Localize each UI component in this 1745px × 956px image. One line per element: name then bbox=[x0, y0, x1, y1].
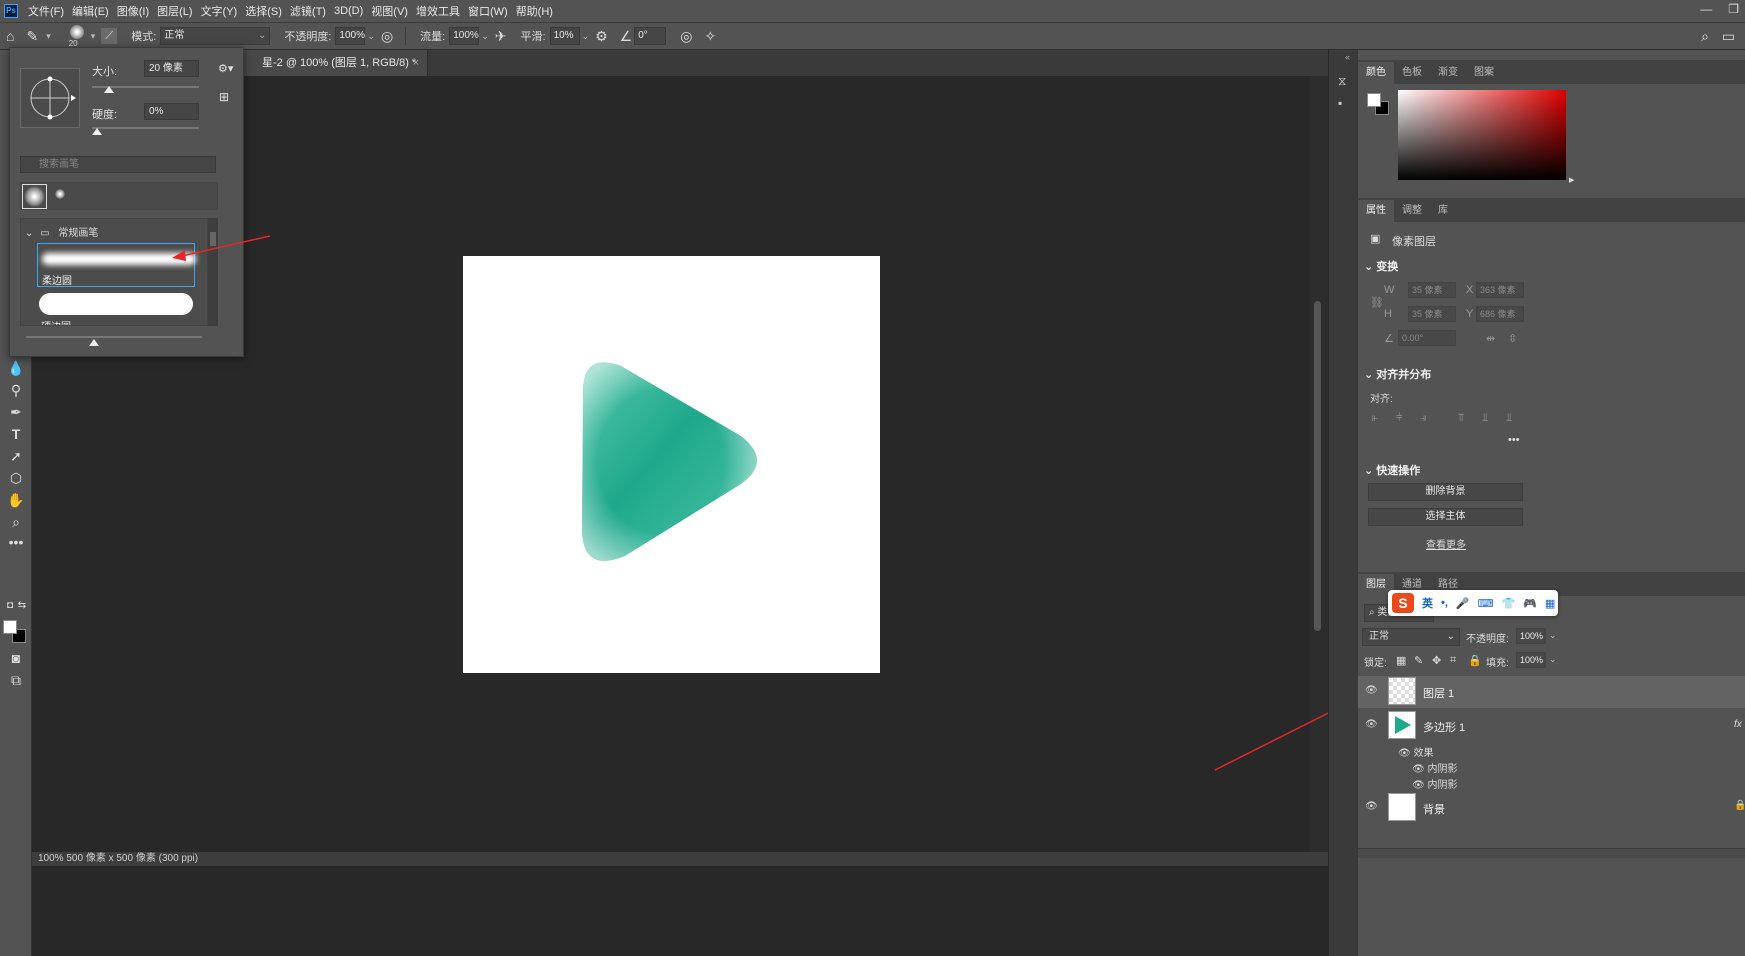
fx-icon[interactable]: fx bbox=[1734, 719, 1742, 730]
layer-thumbnail bbox=[1388, 793, 1416, 821]
effects-label: 效果 bbox=[1413, 748, 1434, 759]
layer-thumbnail bbox=[1388, 711, 1416, 739]
quick-actions-label: 快速操作 bbox=[1376, 465, 1421, 477]
effect-row[interactable]: 👁 内阴影 bbox=[1412, 776, 1457, 791]
lock-icon: 🔒 bbox=[1734, 800, 1745, 811]
align-bottom-icon[interactable]: ⫫ bbox=[1506, 412, 1512, 425]
chevron-down-icon: ⌄ bbox=[1446, 631, 1455, 642]
align-section-title[interactable]: ⌄ 对齐并分布 bbox=[1364, 366, 1431, 382]
chevron-down-icon[interactable]: ⌄ bbox=[1549, 630, 1557, 641]
ime-toolbar: S 英 •, 🎤 ⌨ 👕 🎮 ▦ bbox=[1388, 590, 1558, 616]
punctuation-icon[interactable]: •, bbox=[1441, 597, 1448, 609]
w-label: W bbox=[1384, 284, 1395, 296]
lock-label: 锁定: bbox=[1364, 658, 1387, 669]
flip-vertical-icon[interactable]: ⇳ bbox=[1508, 332, 1517, 345]
layer-opacity-field[interactable]: 100% bbox=[1516, 628, 1546, 644]
tab-properties[interactable]: 属性 bbox=[1358, 200, 1394, 222]
comments-icon[interactable]: ▪ bbox=[1338, 96, 1342, 110]
eye-icon[interactable]: 👁 bbox=[1365, 685, 1378, 696]
tab-color[interactable]: 颜色 bbox=[1358, 62, 1394, 84]
eye-icon[interactable]: 👁 bbox=[1365, 719, 1378, 730]
angle-field[interactable]: 0.00° bbox=[1398, 330, 1456, 346]
color-panel-tabs: 颜色 色板 渐变 图案 bbox=[1358, 60, 1745, 84]
quick-actions-title[interactable]: ⌄ 快速操作 bbox=[1364, 462, 1420, 478]
effect-row[interactable]: 👁 内阴影 bbox=[1412, 760, 1457, 775]
keyboard-icon[interactable]: ⌨ bbox=[1478, 597, 1494, 610]
select-subject-button[interactable]: 选择主体 bbox=[1368, 508, 1523, 526]
panel-icon-dock: « ⧖ ▪ bbox=[1328, 50, 1358, 956]
align-top-icon[interactable]: ⫪ bbox=[1458, 412, 1464, 425]
transform-section-title[interactable]: ⌄ 变换 bbox=[1364, 258, 1398, 274]
grid-menu-icon[interactable]: ▦ bbox=[1545, 597, 1555, 610]
link-icon[interactable]: ⛓ bbox=[1370, 296, 1384, 309]
color-picker-field[interactable] bbox=[1398, 90, 1566, 180]
x-field[interactable]: 363 像素 bbox=[1476, 282, 1524, 298]
h-label: H bbox=[1384, 308, 1392, 320]
ime-logo-icon[interactable]: S bbox=[1392, 593, 1414, 613]
align-title: 对齐并分布 bbox=[1376, 369, 1432, 381]
blend-mode-value: 正常 bbox=[1369, 631, 1389, 642]
layer-row[interactable]: 👁 图层 1 bbox=[1358, 676, 1745, 708]
effects-row[interactable]: 👁 效果 bbox=[1398, 744, 1433, 759]
layer-thumbnail bbox=[1388, 677, 1416, 705]
angle-icon: ∠ bbox=[1384, 333, 1394, 345]
lock-position-icon[interactable]: ✥ bbox=[1432, 654, 1441, 667]
layer-name: 背景 bbox=[1423, 804, 1445, 816]
microphone-icon[interactable]: 🎤 bbox=[1456, 597, 1470, 610]
layer-name: 多边形 1 bbox=[1423, 722, 1466, 734]
fill-label: 填充: bbox=[1486, 658, 1509, 669]
gamepad-icon[interactable]: 🎮 bbox=[1523, 597, 1537, 610]
fill-field[interactable]: 100% bbox=[1516, 652, 1546, 668]
tab-patterns[interactable]: 图案 bbox=[1466, 62, 1502, 84]
lock-artboard-icon[interactable]: ⌗ bbox=[1450, 654, 1456, 667]
see-more-link[interactable]: 查看更多 bbox=[1426, 536, 1466, 551]
collapse-panels-icon[interactable]: « bbox=[1345, 52, 1350, 62]
pixel-layer-label: 像素图层 bbox=[1392, 236, 1436, 248]
pixel-layer-icon: ▣ bbox=[1370, 233, 1381, 245]
lock-pixels-icon[interactable]: ✎ bbox=[1414, 654, 1423, 667]
x-label: X bbox=[1466, 284, 1474, 296]
tab-libraries[interactable]: 库 bbox=[1430, 200, 1456, 222]
foreground-color-swatch[interactable] bbox=[1367, 93, 1381, 107]
align-vcenter-icon[interactable]: ⫫ bbox=[1482, 412, 1488, 425]
layers-footer bbox=[1358, 848, 1745, 858]
more-options-icon[interactable]: ••• bbox=[1508, 434, 1520, 446]
layer-name: 图层 1 bbox=[1423, 688, 1455, 700]
effect-label: 内阴影 bbox=[1427, 780, 1458, 791]
lock-all-icon[interactable]: 🔒 bbox=[1468, 654, 1482, 667]
width-field[interactable]: 35 像素 bbox=[1408, 282, 1456, 298]
layer-row[interactable]: 👁 多边形 1 fx bbox=[1358, 710, 1745, 742]
align-hcenter-icon[interactable]: ⫩ bbox=[1396, 412, 1402, 425]
chevron-down-icon[interactable]: ⌄ bbox=[1549, 654, 1557, 665]
effect-label: 内阴影 bbox=[1427, 764, 1458, 775]
transform-title: 变换 bbox=[1376, 261, 1399, 273]
search-icon: ⌕ bbox=[1369, 607, 1375, 618]
align-right-icon[interactable]: ⫣ bbox=[1420, 412, 1427, 425]
tab-adjustments[interactable]: 调整 bbox=[1394, 200, 1430, 222]
blend-mode-select[interactable]: 正常 ⌄ bbox=[1362, 628, 1460, 646]
skin-icon[interactable]: 👕 bbox=[1502, 597, 1516, 610]
properties-panel-tabs: 属性 调整 库 bbox=[1358, 198, 1745, 222]
ime-language-toggle[interactable]: 英 bbox=[1422, 595, 1433, 611]
right-panels: 颜色 色板 渐变 图案 ▶ 属性 调整 库 ▣ 像素图层 ⌄ 变换 W 35 像… bbox=[1358, 50, 1745, 956]
align-left-icon[interactable]: ⫦ bbox=[1372, 412, 1378, 425]
tab-gradients[interactable]: 渐变 bbox=[1430, 62, 1466, 84]
layer-opacity-label: 不透明度: bbox=[1466, 634, 1509, 645]
flip-horizontal-icon[interactable]: ⇹ bbox=[1486, 332, 1495, 345]
layer-row[interactable]: 👁 背景 🔒 bbox=[1358, 792, 1745, 824]
triangle-thumbnail-icon bbox=[1395, 716, 1411, 734]
height-field[interactable]: 35 像素 bbox=[1408, 306, 1456, 322]
y-label: Y bbox=[1466, 308, 1474, 320]
eye-icon[interactable]: 👁 bbox=[1365, 801, 1378, 812]
align-label: 对齐: bbox=[1370, 394, 1393, 405]
y-field[interactable]: 686 像素 bbox=[1476, 306, 1524, 322]
history-icon[interactable]: ⧖ bbox=[1338, 74, 1346, 89]
lock-transparency-icon[interactable]: ▦ bbox=[1396, 654, 1406, 667]
hue-slider-pointer-icon[interactable]: ▶ bbox=[1569, 176, 1574, 184]
remove-background-button[interactable]: 删除背景 bbox=[1368, 483, 1523, 501]
tab-swatches[interactable]: 色板 bbox=[1394, 62, 1430, 84]
